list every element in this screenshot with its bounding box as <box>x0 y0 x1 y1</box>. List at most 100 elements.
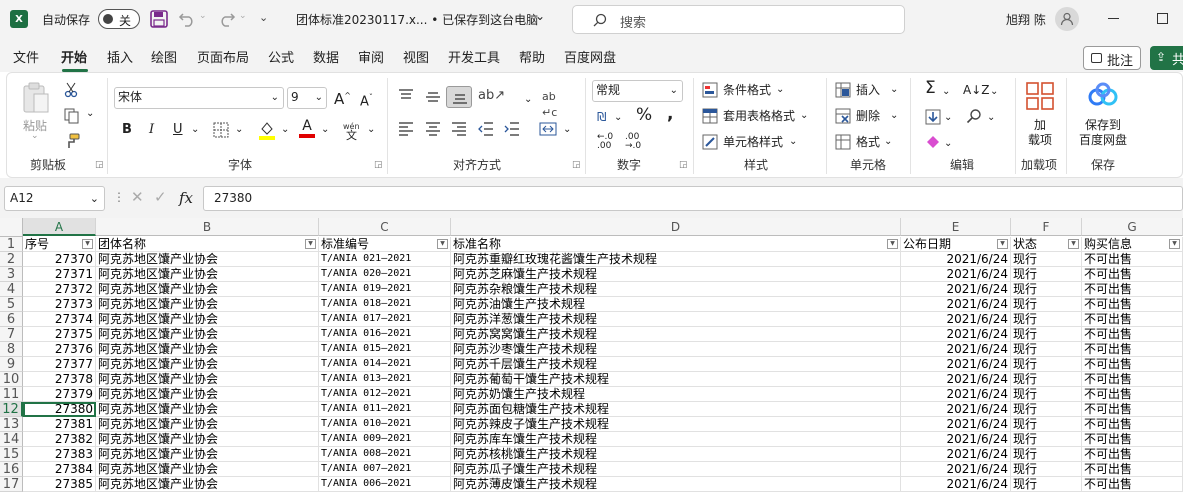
table-cell[interactable]: 27380 <box>23 402 96 417</box>
header-cell[interactable]: 团体名称 <box>96 237 319 252</box>
search-box[interactable]: 搜索 <box>572 5 905 34</box>
underline-button[interactable]: U <box>173 122 183 138</box>
confirm-entry-icon[interactable]: ✓ <box>154 188 167 206</box>
table-cell[interactable]: 不可出售 <box>1082 282 1183 297</box>
table-cell[interactable]: 阿克苏奶馕生产技术规程 <box>451 387 901 402</box>
table-cell[interactable]: 不可出售 <box>1082 312 1183 327</box>
tab-insert[interactable]: 插入 <box>107 50 133 68</box>
insert-cells-dropdown-icon[interactable]: ⌄ <box>890 82 898 98</box>
cut-icon[interactable] <box>64 82 78 98</box>
table-cell[interactable]: 阿克苏地区馕产业协会 <box>96 312 319 327</box>
filter-dropdown-icon[interactable]: ▼ <box>82 239 93 249</box>
table-cell[interactable]: 27382 <box>23 432 96 447</box>
border-icon[interactable] <box>213 122 229 138</box>
merge-center-icon[interactable] <box>539 121 557 137</box>
table-cell[interactable]: 现行 <box>1011 447 1082 462</box>
user-name[interactable]: 旭翔 陈 <box>1006 11 1046 28</box>
customize-toolbar-icon[interactable]: ⌄ <box>259 11 268 24</box>
table-cell[interactable]: T/ANIA 007—2021 <box>319 462 451 477</box>
tab-review[interactable]: 审阅 <box>358 50 384 68</box>
table-cell[interactable]: 阿克苏地区馕产业协会 <box>96 267 319 282</box>
font-color-dropdown-icon[interactable]: ⌄ <box>321 122 329 138</box>
table-cell[interactable]: 27378 <box>23 372 96 387</box>
table-cell[interactable]: 阿克苏辣皮子馕生产技术规程 <box>451 417 901 432</box>
table-cell[interactable]: T/ANIA 016—2021 <box>319 327 451 342</box>
table-cell[interactable]: 现行 <box>1011 327 1082 342</box>
table-cell[interactable]: 阿克苏库车馕生产技术规程 <box>451 432 901 447</box>
table-cell[interactable]: 27374 <box>23 312 96 327</box>
table-cell[interactable]: 阿克苏地区馕产业协会 <box>96 357 319 372</box>
table-cell[interactable]: T/ANIA 015—2021 <box>319 342 451 357</box>
conditional-format-button[interactable]: 条件格式 <box>723 82 771 98</box>
save-icon[interactable] <box>150 10 168 28</box>
table-cell[interactable]: 不可出售 <box>1082 447 1183 462</box>
row-header[interactable]: 8 <box>0 342 23 357</box>
table-cell[interactable]: 阿克苏杂粮馕生产技术规程 <box>451 282 901 297</box>
table-cell[interactable]: 阿克苏窝窝馕生产技术规程 <box>451 327 901 342</box>
table-cell[interactable]: 2021/6/24 <box>901 462 1011 477</box>
redo-icon[interactable] <box>218 10 236 28</box>
table-cell[interactable]: T/ANIA 018—2021 <box>319 297 451 312</box>
column-header-c[interactable]: C <box>319 218 451 236</box>
accounting-format-icon[interactable]: ₪ <box>597 109 606 125</box>
clear-dropdown-icon[interactable]: ⌄ <box>944 136 952 152</box>
comma-style-icon[interactable]: , <box>667 106 673 123</box>
table-cell[interactable]: T/ANIA 012—2021 <box>319 387 451 402</box>
format-cells-icon[interactable] <box>835 134 851 150</box>
format-as-table-dropdown-icon[interactable]: ⌄ <box>800 108 808 124</box>
table-cell[interactable]: T/ANIA 013—2021 <box>319 372 451 387</box>
autosum-icon[interactable]: Σ <box>925 80 936 97</box>
table-cell[interactable]: 2021/6/24 <box>901 417 1011 432</box>
table-cell[interactable]: 阿克苏油馕生产技术规程 <box>451 297 901 312</box>
header-cell[interactable]: 标准名称 <box>451 237 901 252</box>
table-cell[interactable]: 阿克苏地区馕产业协会 <box>96 327 319 342</box>
format-as-table-button[interactable]: 套用表格格式 <box>723 108 795 124</box>
tab-formulas[interactable]: 公式 <box>268 50 294 68</box>
table-cell[interactable]: 阿克苏地区馕产业协会 <box>96 297 319 312</box>
decrease-decimal-icon[interactable]: .00 →.0 <box>625 133 641 151</box>
table-cell[interactable]: 2021/6/24 <box>901 312 1011 327</box>
fill-color-dropdown-icon[interactable]: ⌄ <box>281 122 289 138</box>
row-header[interactable]: 11 <box>0 387 23 402</box>
table-cell[interactable]: 27377 <box>23 357 96 372</box>
table-cell[interactable]: 现行 <box>1011 357 1082 372</box>
table-cell[interactable]: 2021/6/24 <box>901 387 1011 402</box>
orientation-icon[interactable]: ab↗ <box>478 88 505 104</box>
row-header[interactable]: 1 <box>0 237 23 252</box>
tab-view[interactable]: 视图 <box>403 50 429 68</box>
decrease-indent-icon[interactable] <box>478 122 494 136</box>
table-cell[interactable]: 27383 <box>23 447 96 462</box>
cell-styles-button[interactable]: 单元格样式 <box>723 134 783 150</box>
table-cell[interactable]: 27375 <box>23 327 96 342</box>
row-header[interactable]: 13 <box>0 417 23 432</box>
font-color-icon[interactable]: A <box>299 119 315 138</box>
row-header[interactable]: 9 <box>0 357 23 372</box>
align-left-icon[interactable] <box>398 122 414 136</box>
table-cell[interactable]: 27384 <box>23 462 96 477</box>
table-cell[interactable]: 阿克苏地区馕产业协会 <box>96 387 319 402</box>
table-cell[interactable]: 阿克苏地区馕产业协会 <box>96 447 319 462</box>
tab-draw[interactable]: 绘图 <box>151 50 177 68</box>
wrap-text-icon[interactable]: ab ↵c <box>542 89 557 121</box>
tab-developer[interactable]: 开发工具 <box>448 50 500 68</box>
insert-cells-button[interactable]: 插入 <box>856 82 880 98</box>
addins-button[interactable]: 加 载项 <box>1020 80 1062 147</box>
increase-font-icon[interactable]: A^ <box>334 88 351 107</box>
increase-indent-icon[interactable] <box>504 122 520 136</box>
table-cell[interactable]: 27385 <box>23 477 96 492</box>
table-cell[interactable]: 阿克苏地区馕产业协会 <box>96 417 319 432</box>
filter-dropdown-icon[interactable]: ▼ <box>887 239 898 249</box>
phonetic-dropdown-icon[interactable]: ⌄ <box>367 122 375 138</box>
tab-help[interactable]: 帮助 <box>519 50 545 68</box>
tab-baidu-netdisk[interactable]: 百度网盘 <box>564 50 616 68</box>
table-cell[interactable]: 2021/6/24 <box>901 447 1011 462</box>
orientation-dropdown-icon[interactable]: ⌄ <box>524 92 532 108</box>
cell-styles-dropdown-icon[interactable]: ⌄ <box>789 134 797 150</box>
table-cell[interactable]: T/ANIA 011—2021 <box>319 402 451 417</box>
table-cell[interactable]: 2021/6/24 <box>901 267 1011 282</box>
table-cell[interactable]: 现行 <box>1011 417 1082 432</box>
table-cell[interactable]: 不可出售 <box>1082 327 1183 342</box>
filter-dropdown-icon[interactable]: ▼ <box>437 239 448 249</box>
align-bottom-button[interactable] <box>446 86 472 108</box>
table-cell[interactable]: 不可出售 <box>1082 297 1183 312</box>
